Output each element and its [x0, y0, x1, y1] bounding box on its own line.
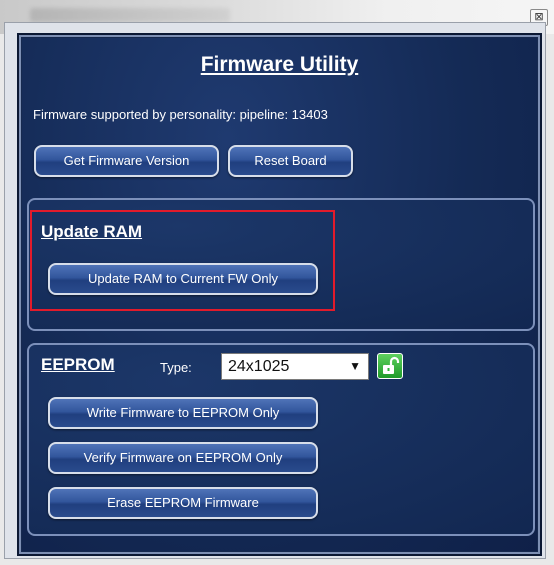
page-title: Firmware Utility — [200, 53, 359, 76]
type-label: Type: — [160, 360, 192, 375]
write-firmware-eeprom-button[interactable]: Write Firmware to EEPROM Only — [48, 397, 318, 429]
eeprom-type-select[interactable]: 24x1025 ▼ — [221, 353, 369, 380]
chevron-down-icon[interactable]: ▼ — [349, 354, 361, 379]
eeprom-heading: EEPROM — [41, 355, 115, 374]
reset-board-button[interactable]: Reset Board — [228, 145, 353, 177]
supported-firmware-text: Firmware supported by personality: pipel… — [33, 107, 328, 122]
unlock-icon[interactable] — [377, 353, 403, 379]
update-ram-heading: Update RAM — [41, 222, 143, 241]
verify-firmware-eeprom-button[interactable]: Verify Firmware on EEPROM Only — [48, 442, 318, 474]
erase-eeprom-firmware-button[interactable]: Erase EEPROM Firmware — [48, 487, 318, 519]
blurred-title — [30, 8, 230, 22]
bottom-strip — [0, 559, 554, 565]
eeprom-type-value: 24x1025 — [228, 358, 290, 375]
update-ram-button[interactable]: Update RAM to Current FW Only — [48, 263, 318, 295]
get-firmware-version-button[interactable]: Get Firmware Version — [34, 145, 219, 177]
